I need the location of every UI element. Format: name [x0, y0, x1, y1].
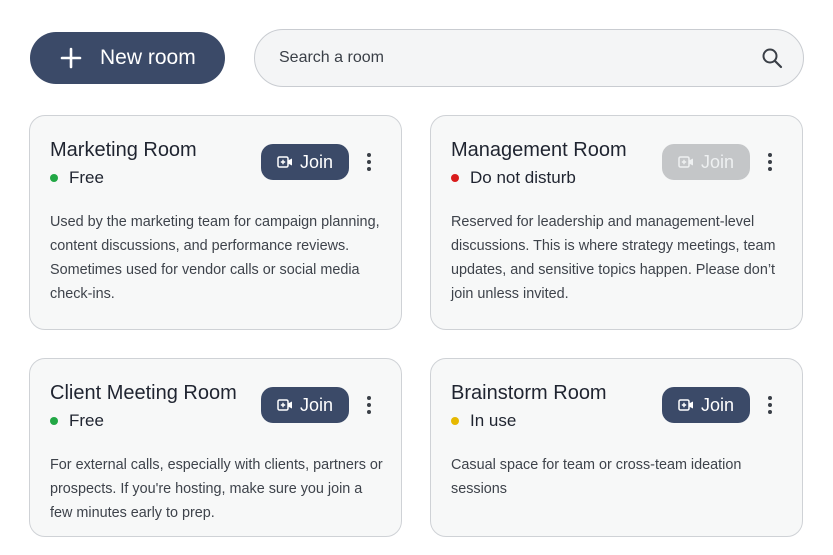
- search-icon[interactable]: [761, 47, 783, 69]
- room-description: For external calls, especially with clie…: [50, 457, 383, 521]
- room-description: Used by the marketing team for campaign …: [50, 214, 380, 302]
- plus-icon: [60, 47, 82, 69]
- join-button[interactable]: Join: [662, 387, 750, 423]
- more-options-icon[interactable]: [360, 391, 378, 419]
- search-box[interactable]: [254, 29, 804, 87]
- room-card-brainstorm: Brainstorm Room In use Join Casual space…: [430, 358, 803, 537]
- join-label: Join: [700, 151, 735, 172]
- more-options-icon[interactable]: [360, 148, 378, 176]
- join-button[interactable]: Join: [261, 144, 349, 180]
- room-status: Do not disturb: [451, 168, 576, 188]
- room-status-label: Do not disturb: [470, 168, 576, 187]
- join-button[interactable]: Join: [662, 144, 750, 180]
- search-input[interactable]: [279, 49, 761, 67]
- room-status-label: In use: [470, 411, 517, 430]
- join-button[interactable]: Join: [261, 387, 349, 423]
- room-status: In use: [451, 411, 516, 431]
- video-camera-icon: [277, 399, 292, 411]
- room-card-client-meeting: Client Meeting Room Free Join For extern…: [29, 358, 402, 537]
- room-title: Brainstorm Room: [451, 382, 607, 404]
- join-label: Join: [299, 394, 334, 415]
- join-label: Join: [700, 394, 735, 415]
- room-card-marketing: Marketing Room Free Join Used by the mar…: [29, 115, 402, 330]
- room-status-label: Free: [69, 411, 104, 430]
- status-dot-icon: [451, 174, 459, 182]
- room-status: Free: [50, 411, 104, 431]
- room-description: Reserved for leadership and management-l…: [451, 214, 776, 302]
- video-camera-icon: [678, 399, 693, 411]
- room-title: Client Meeting Room: [50, 382, 237, 404]
- status-dot-icon: [50, 174, 58, 182]
- video-camera-icon: [277, 156, 292, 168]
- status-dot-icon: [451, 417, 459, 425]
- video-camera-icon: [678, 156, 693, 168]
- status-dot-icon: [50, 417, 58, 425]
- room-title: Marketing Room: [50, 139, 197, 161]
- new-room-label: New room: [100, 46, 196, 69]
- room-title: Management Room: [451, 139, 627, 161]
- new-room-button[interactable]: New room: [30, 32, 225, 84]
- room-card-management: Management Room Do not disturb Join Rese…: [430, 115, 803, 330]
- room-status: Free: [50, 168, 104, 188]
- more-options-icon[interactable]: [761, 148, 779, 176]
- rooms-page: New room Marketing Room Free Join Used b…: [0, 0, 833, 555]
- room-description: Casual space for team or cross-team idea…: [451, 457, 742, 497]
- join-label: Join: [299, 151, 334, 172]
- room-status-label: Free: [69, 168, 104, 187]
- more-options-icon[interactable]: [761, 391, 779, 419]
